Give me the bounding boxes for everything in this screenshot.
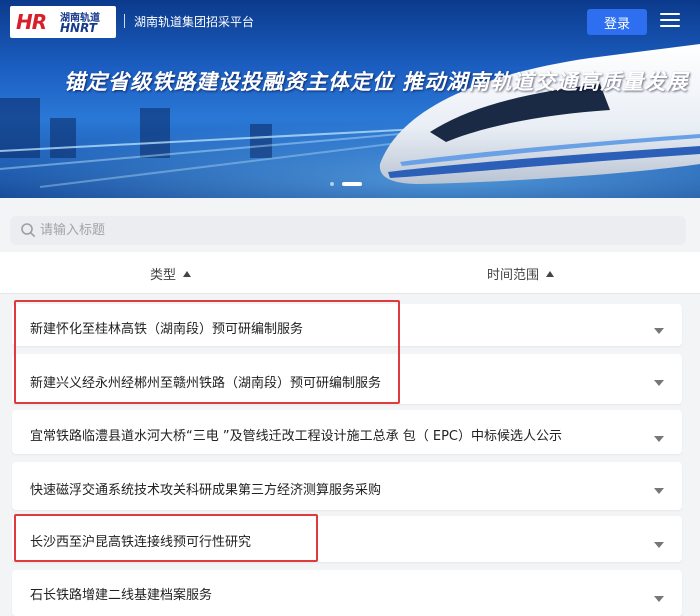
list-item[interactable]: 新建怀化至桂林高铁（湖南段）预可研编制服务 [12,304,682,346]
banner-city-silhouette [140,108,170,158]
list-item[interactable]: 长沙西至沪昆高铁连接线预可行性研究 [12,516,682,562]
header-divider [124,14,125,28]
type-filter-label: 类型 [150,268,177,283]
list-item-title: 宜常铁路临澧县道水河大桥“三电 ”及管线迁改工程设计施工总承 包（ EPC）中标… [30,429,562,444]
list-item-title: 快速磁浮交通系统技术攻关科研成果第三方经济测算服务采购 [30,483,382,498]
chevron-down-icon[interactable] [654,596,664,602]
banner-slogan: 锚定省级铁路建设投融资主体定位 推动湖南轨道交通高质量发展 [64,70,689,94]
list-item-title: 长沙西至沪昆高铁连接线预可行性研究 [30,535,252,550]
chevron-down-icon[interactable] [654,488,664,494]
chevron-down-icon[interactable] [654,380,664,386]
sort-up-icon [183,270,192,277]
hamburger-menu-icon[interactable] [660,12,680,28]
chevron-down-icon[interactable] [654,542,664,548]
list-item-title: 新建兴义经永州经郴州至赣州铁路（湖南段）预可研编制服务 [30,376,382,391]
logo-english-name: HNRT [60,21,97,35]
list-item[interactable]: 石长铁路增建二线基建档案服务 [12,570,682,616]
hnrt-logo[interactable]: HR 湖南轨道 HNRT [10,6,116,38]
top-navigation-bar: HR 湖南轨道 HNRT 湖南轨道集团招采平台 登录 [0,0,700,44]
platform-name: 湖南轨道集团招采平台 [134,15,255,29]
banner-city-silhouette [250,124,272,158]
search-input[interactable] [40,219,640,242]
sort-up-icon [546,270,555,277]
list-item[interactable]: 快速磁浮交通系统技术攻关科研成果第三方经济测算服务采购 [12,462,682,510]
hero-banner[interactable]: HR 湖南轨道 HNRT 湖南轨道集团招采平台 登录 锚定省级铁路建设投融资主体… [0,0,700,198]
chevron-down-icon[interactable] [654,328,664,334]
banner-city-silhouette [50,118,76,158]
type-filter[interactable]: 类型 [150,264,192,283]
list-item-title: 石长铁路增建二线基建档案服务 [30,588,213,603]
time-range-filter[interactable]: 时间范围 [487,264,555,283]
list-item[interactable]: 新建兴义经永州经郴州至赣州铁路（湖南段）预可研编制服务 [12,354,682,404]
list-item[interactable]: 宜常铁路临澧县道水河大桥“三电 ”及管线迁改工程设计施工总承 包（ EPC）中标… [12,410,682,454]
logo-mark: HR [16,10,47,34]
carousel-dot-1[interactable] [330,182,334,186]
list-item-title: 新建怀化至桂林高铁（湖南段）预可研编制服务 [30,322,304,337]
carousel-dot-2[interactable] [342,182,362,186]
search-bar [10,216,686,245]
carousel-indicator [328,182,368,188]
search-icon [21,223,35,237]
time-range-filter-label: 时间范围 [487,268,540,283]
filter-bar: 类型 时间范围 [0,252,700,294]
chevron-down-icon[interactable] [654,436,664,442]
login-button[interactable]: 登录 [587,9,647,35]
